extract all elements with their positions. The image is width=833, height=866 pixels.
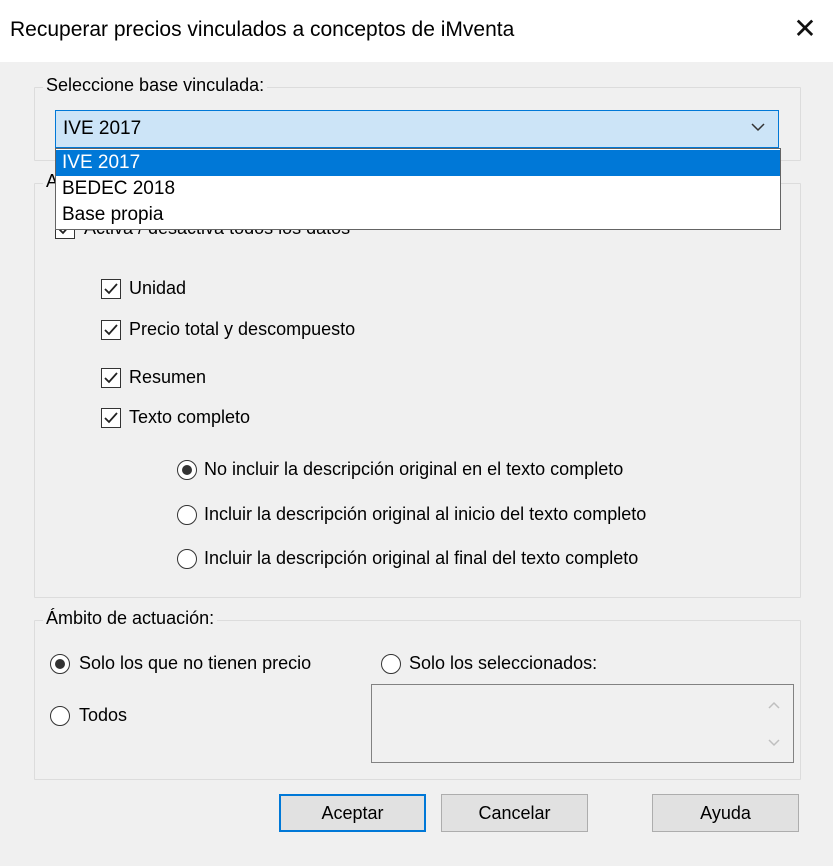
checkmark-icon [104,324,118,336]
texto-checkbox[interactable] [101,408,121,428]
sin-precio-radio[interactable] [50,654,70,674]
accept-button[interactable]: Aceptar [279,794,426,832]
scroll-up-icon[interactable] [766,697,782,713]
dropdown-option[interactable]: BEDEC 2018 [56,176,780,202]
seleccionados-radio[interactable] [381,654,401,674]
window-title: Recuperar precios vinculados a conceptos… [10,18,515,41]
cancel-button[interactable]: Cancelar [441,794,588,832]
close-button[interactable]: ✕ [790,14,820,44]
checkmark-icon [104,372,118,384]
precio-checkbox[interactable] [101,320,121,340]
dropdown-option[interactable]: Base propia [56,202,780,228]
base-combobox[interactable]: IVE 2017 [55,110,779,148]
checkmark-icon [104,283,118,295]
radio-dot [55,659,65,669]
combobox-value: IVE 2017 [63,118,142,139]
close-icon: ✕ [793,13,817,44]
selection-listbox[interactable] [371,684,794,763]
incluir-final-label: Incluir la descripción original al final… [204,548,639,568]
seleccionados-label: Solo los seleccionados: [409,653,598,673]
data-groupbox [34,183,801,598]
incluir-final-radio[interactable] [177,549,197,569]
resumen-label: Resumen [129,367,207,387]
scroll-down-icon[interactable] [766,735,782,751]
precio-label: Precio total y descompuesto [129,319,356,339]
no-incluir-radio[interactable] [177,460,197,480]
unidad-label: Unidad [129,278,187,298]
sin-precio-label: Solo los que no tienen precio [79,653,312,673]
radio-dot [182,465,192,475]
help-button[interactable]: Ayuda [652,794,799,832]
base-group-label: Seleccione base vinculada: [43,75,268,96]
unidad-checkbox[interactable] [101,279,121,299]
dropdown-option[interactable]: IVE 2017 [56,150,780,176]
incluir-inicio-radio[interactable] [177,505,197,525]
no-incluir-label: No incluir la descripción original en el… [204,459,624,479]
todos-label: Todos [79,705,128,725]
incluir-inicio-label: Incluir la descripción original al inici… [204,504,647,524]
base-dropdown-list: IVE 2017 BEDEC 2018 Base propia [55,148,781,230]
resumen-checkbox[interactable] [101,368,121,388]
scope-group-label: Ámbito de actuación: [43,608,218,629]
todos-radio[interactable] [50,706,70,726]
texto-label: Texto completo [129,407,251,427]
checkmark-icon [104,412,118,424]
chevron-down-icon [751,123,765,132]
